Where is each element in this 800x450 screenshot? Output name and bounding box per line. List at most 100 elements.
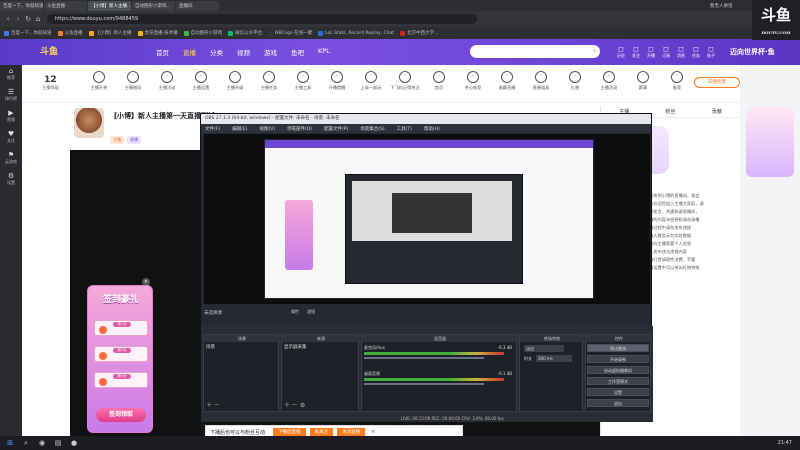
header-icon-item[interactable]: ◻ 任务 xyxy=(692,45,700,59)
browser-tab[interactable]: 自动图形小游戏… xyxy=(132,1,175,11)
nav-item[interactable]: 直播 xyxy=(183,47,196,57)
obs-control-button[interactable]: 工作室模式 xyxy=(587,377,649,385)
browser-tab[interactable]: 直播间 xyxy=(176,1,219,11)
obs-control-button[interactable]: 停止推流 xyxy=(587,344,649,352)
obs-control-button[interactable]: 设置 xyxy=(587,388,649,396)
promo-banner[interactable] xyxy=(746,107,794,177)
sidebar-item[interactable]: ♥ 关注 xyxy=(0,128,22,149)
source-controls[interactable]: ＋ － ⚙ xyxy=(284,400,305,409)
follow-button[interactable]: 再关注 xyxy=(309,428,334,436)
duration-input[interactable]: 300 ms xyxy=(536,355,572,362)
category-item[interactable]: · 主播活动 xyxy=(594,71,624,91)
tab-contribution[interactable]: 贡献 xyxy=(694,106,740,117)
bookmark-item[interactable]: 斗鱼直播 xyxy=(57,30,83,36)
nav-item[interactable]: 鱼吧 xyxy=(291,47,304,57)
obs-menu-item[interactable]: 场景集合(S) xyxy=(360,126,384,132)
folder-icon[interactable]: ▤ xyxy=(52,438,64,448)
sidebar-item[interactable]: ☰ 排行榜 xyxy=(0,86,22,107)
category-item[interactable]: · 收藏直播 xyxy=(492,71,522,91)
claim-button[interactable]: 签到领取 xyxy=(96,408,146,422)
category-item[interactable]: · 主播活动 xyxy=(152,71,182,91)
obs-menu-item[interactable]: 工具(T) xyxy=(397,126,412,132)
tag-chip[interactable]: 直播 xyxy=(127,136,141,144)
obs-menu-item[interactable]: 文件(F) xyxy=(205,126,220,132)
scene-item[interactable]: 场景 xyxy=(206,344,215,350)
bookmark-item[interactable]: 【小博】新人主播 xyxy=(88,30,132,36)
category-item[interactable]: · 关心推荐 xyxy=(458,71,488,91)
browser-tab[interactable]: 斗鱼直播 xyxy=(44,1,87,11)
mixer-slider-1[interactable] xyxy=(364,357,484,359)
nav-item[interactable]: 视频 xyxy=(237,47,250,57)
scene-controls[interactable]: ＋ － xyxy=(206,400,220,409)
start-guide-button[interactable]: 开播指南 xyxy=(694,77,740,88)
nav-item[interactable]: 游戏 xyxy=(264,47,277,57)
obs-control-button[interactable]: 启动虚拟摄像机 xyxy=(587,366,649,374)
category-item[interactable]: · 赛事 xyxy=(628,71,658,91)
nav-item[interactable]: KPL xyxy=(318,47,330,57)
browser-tab-active[interactable]: 【小博】新人主播… xyxy=(88,1,131,11)
search-icon[interactable]: ⌕ xyxy=(20,438,32,448)
streamer-avatar[interactable] xyxy=(74,108,104,138)
category-item[interactable]: · 主播任务 xyxy=(254,71,284,91)
category-item[interactable]: · 礼物 xyxy=(560,71,590,91)
bookmark-item[interactable]: NBCsgo 在线一键 xyxy=(268,30,312,36)
url-input[interactable]: https://www.douyu.com/9488459 xyxy=(47,14,477,24)
gift-row[interactable]: 第1天 xyxy=(94,320,148,336)
bookmark-item[interactable]: LoL Stats, Record Replay, Chat xyxy=(318,30,394,36)
category-item[interactable]: · 上车一起玩 xyxy=(356,71,386,91)
obs-preview[interactable] xyxy=(204,134,650,304)
reload-icon[interactable]: ↻ xyxy=(23,14,33,24)
close-icon[interactable]: × xyxy=(371,429,375,435)
bookmark-item[interactable]: 百度一下，你就知道 xyxy=(4,30,52,36)
category-item[interactable]: · 下飞机记得关注 xyxy=(390,71,420,91)
nav-item[interactable]: 分类 xyxy=(210,47,223,57)
filters-button[interactable]: 滤镜 xyxy=(307,309,315,315)
obs-menu-item[interactable]: 停靠部件(D) xyxy=(287,126,312,132)
obs-control-button[interactable]: 退出 xyxy=(587,399,649,407)
home-icon[interactable]: ⌂ xyxy=(33,14,43,24)
bookmark-item[interactable]: 自动图形小游戏 xyxy=(183,30,222,36)
header-icon-item[interactable]: ◻ 历史 xyxy=(617,45,625,59)
obs-taskbar-icon[interactable]: ● xyxy=(68,438,80,448)
category-item[interactable]: · 主播升级 xyxy=(220,71,250,91)
mixer-slider-2[interactable] xyxy=(364,383,484,385)
category-item[interactable]: · 首页 xyxy=(424,71,454,91)
tab-fans[interactable]: 粉丝 xyxy=(647,106,693,117)
bookmark-item[interactable]: 虎牙直播-技术播 xyxy=(137,30,178,36)
windows-start-icon[interactable]: ⊞ xyxy=(4,438,16,448)
category-item[interactable]: · 主播工具 xyxy=(288,71,318,91)
search-input[interactable]: ⌕ xyxy=(470,45,600,58)
obs-control-button[interactable]: 开始录制 xyxy=(587,355,649,363)
header-icon-item[interactable]: ◻ 消息 xyxy=(677,45,685,59)
category-item[interactable]: · 开播提醒 xyxy=(322,71,352,91)
obs-menu-item[interactable]: 帮助(H) xyxy=(424,126,440,132)
close-stream-button[interactable]: 关闭直播 xyxy=(337,428,366,436)
header-icon-item[interactable]: ◻ 关注 xyxy=(632,45,640,59)
gift-row[interactable]: 第3天 xyxy=(94,372,148,388)
properties-button[interactable]: 属性 xyxy=(291,309,299,315)
header-icon-item[interactable]: ◻ 订阅 xyxy=(662,45,670,59)
after-stream-button[interactable]: 下播后直播 xyxy=(273,428,306,436)
category-item[interactable]: · 主播开关 xyxy=(84,71,114,91)
obs-menu-item[interactable]: 视图(V) xyxy=(259,126,275,132)
category-item[interactable]: · 主播设置 xyxy=(186,71,216,91)
search-icon[interactable]: ⌕ xyxy=(593,45,596,58)
gift-row[interactable]: 第2天 xyxy=(94,346,148,362)
category-item[interactable]: · 推荐 xyxy=(662,71,692,91)
sidebar-item[interactable]: ⌂ 推荐 xyxy=(0,65,22,86)
header-icon-item[interactable]: ◻ 帖子 xyxy=(707,45,715,59)
header-icon-item[interactable]: ◻ 开播 xyxy=(647,45,655,59)
category-item[interactable]: · 直播道具 xyxy=(526,71,556,91)
browser-taskbar-icon[interactable]: ◉ xyxy=(36,438,48,448)
obs-menu-item[interactable]: 配置文件(P) xyxy=(324,126,348,132)
obs-menu-item[interactable]: 编辑(E) xyxy=(232,126,247,132)
tag-chip[interactable]: 主播 xyxy=(110,136,124,144)
browser-tab[interactable]: 百度一下，你就知道 xyxy=(0,1,43,11)
source-item[interactable]: 显示器采集 xyxy=(284,344,307,350)
sidebar-item[interactable]: ⚙ 设置 xyxy=(0,170,22,191)
forward-icon[interactable]: › xyxy=(13,14,23,24)
sidebar-item[interactable]: ⚑ 云游戏 xyxy=(0,149,22,170)
bookmark-item[interactable]: 北京中西大学… xyxy=(400,30,439,36)
bookmark-item[interactable]: 微信公众平台 xyxy=(228,30,262,36)
transition-select[interactable]: 淡出 xyxy=(524,345,564,352)
